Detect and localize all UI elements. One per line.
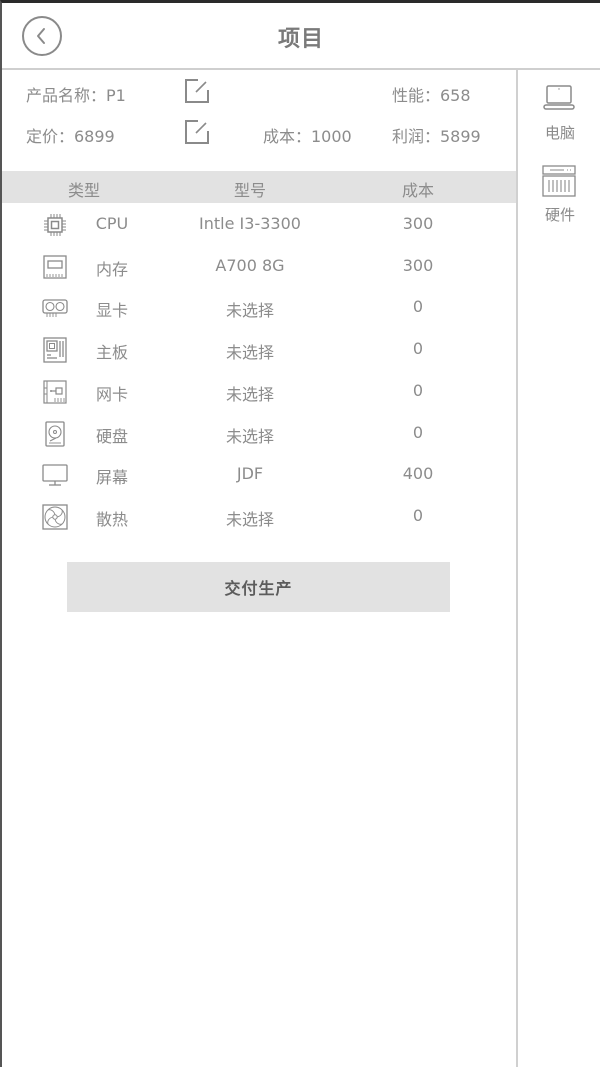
motherboard-icon [43, 337, 67, 363]
table-row-cooling[interactable]: 散热 未选择 0 [2, 496, 516, 537]
sidebar-label-hardware: 硬件 [544, 206, 575, 224]
row-type: 主板 [95, 343, 128, 362]
sidebar-item-computer[interactable]: 电脑 [520, 82, 600, 152]
price-label: 定价：6899 [26, 127, 115, 146]
row-model: A700 8G [215, 256, 285, 275]
row-cost: 400 [402, 464, 434, 483]
edit-name-icon[interactable] [184, 78, 210, 104]
row-type: 显卡 [95, 301, 128, 320]
sidebar-item-hardware[interactable]: 硬件 [520, 164, 600, 234]
row-model: 未选择 [225, 385, 274, 404]
header-bar: 项目 [2, 3, 600, 70]
sidebar-label-computer: 电脑 [544, 124, 575, 142]
row-model: 未选择 [225, 343, 274, 362]
row-model: 未选择 [225, 427, 274, 446]
cpu-chip-icon [44, 214, 66, 236]
table-row-memory[interactable]: 内存 A700 8G 300 [2, 246, 516, 287]
row-type: 硬盘 [95, 427, 128, 446]
graphics-card-icon [42, 299, 68, 317]
row-cost: 300 [402, 256, 434, 275]
row-cost: 0 [412, 297, 424, 316]
row-type: 屏幕 [95, 468, 128, 487]
row-cost: 0 [412, 339, 424, 358]
monitor-icon [42, 464, 68, 486]
profit-label: 利润：5899 [392, 127, 481, 146]
row-type: 网卡 [95, 385, 128, 404]
edit-price-icon[interactable] [184, 119, 210, 145]
cooling-fan-icon [42, 504, 68, 530]
laptop-icon [543, 85, 575, 110]
column-header-cost: 成本 [401, 181, 434, 200]
row-type: CPU [95, 214, 129, 233]
hardware-rack-icon [542, 165, 576, 197]
row-cost: 300 [402, 214, 434, 233]
table-header: 类型 型号 成本 [2, 171, 516, 203]
column-header-model: 型号 [233, 181, 266, 200]
performance-label: 性能：658 [392, 86, 471, 105]
row-type: 散热 [95, 510, 128, 529]
row-type: 内存 [95, 260, 128, 279]
row-cost: 0 [412, 381, 424, 400]
column-header-type: 类型 [67, 181, 100, 200]
row-model: 未选择 [225, 510, 274, 529]
row-model: 未选择 [225, 301, 274, 320]
table-row-cpu[interactable]: CPU Intle I3-3300 300 [2, 204, 516, 245]
row-model: Intle I3-3300 [199, 214, 301, 233]
table-row-graphics[interactable]: 显卡 未选择 0 [2, 287, 516, 328]
row-model: JDF [236, 464, 264, 483]
product-name-label: 产品名称：P1 [26, 86, 126, 105]
cost-label: 成本：1000 [263, 127, 352, 146]
sidebar-divider [516, 70, 518, 1067]
table-row-monitor[interactable]: 屏幕 JDF 400 [2, 454, 516, 495]
memory-stick-icon [43, 255, 67, 279]
page-title: 项目 [277, 27, 324, 52]
row-cost: 0 [412, 506, 424, 525]
row-cost: 0 [412, 423, 424, 442]
deliver-production-button[interactable]: 交付生产 [67, 562, 450, 612]
network-card-icon [43, 380, 67, 404]
table-row-network[interactable]: 网卡 未选择 0 [2, 371, 516, 412]
hard-disk-icon [45, 421, 65, 447]
table-row-harddisk[interactable]: 硬盘 未选择 0 [2, 413, 516, 454]
table-row-motherboard[interactable]: 主板 未选择 0 [2, 329, 516, 370]
